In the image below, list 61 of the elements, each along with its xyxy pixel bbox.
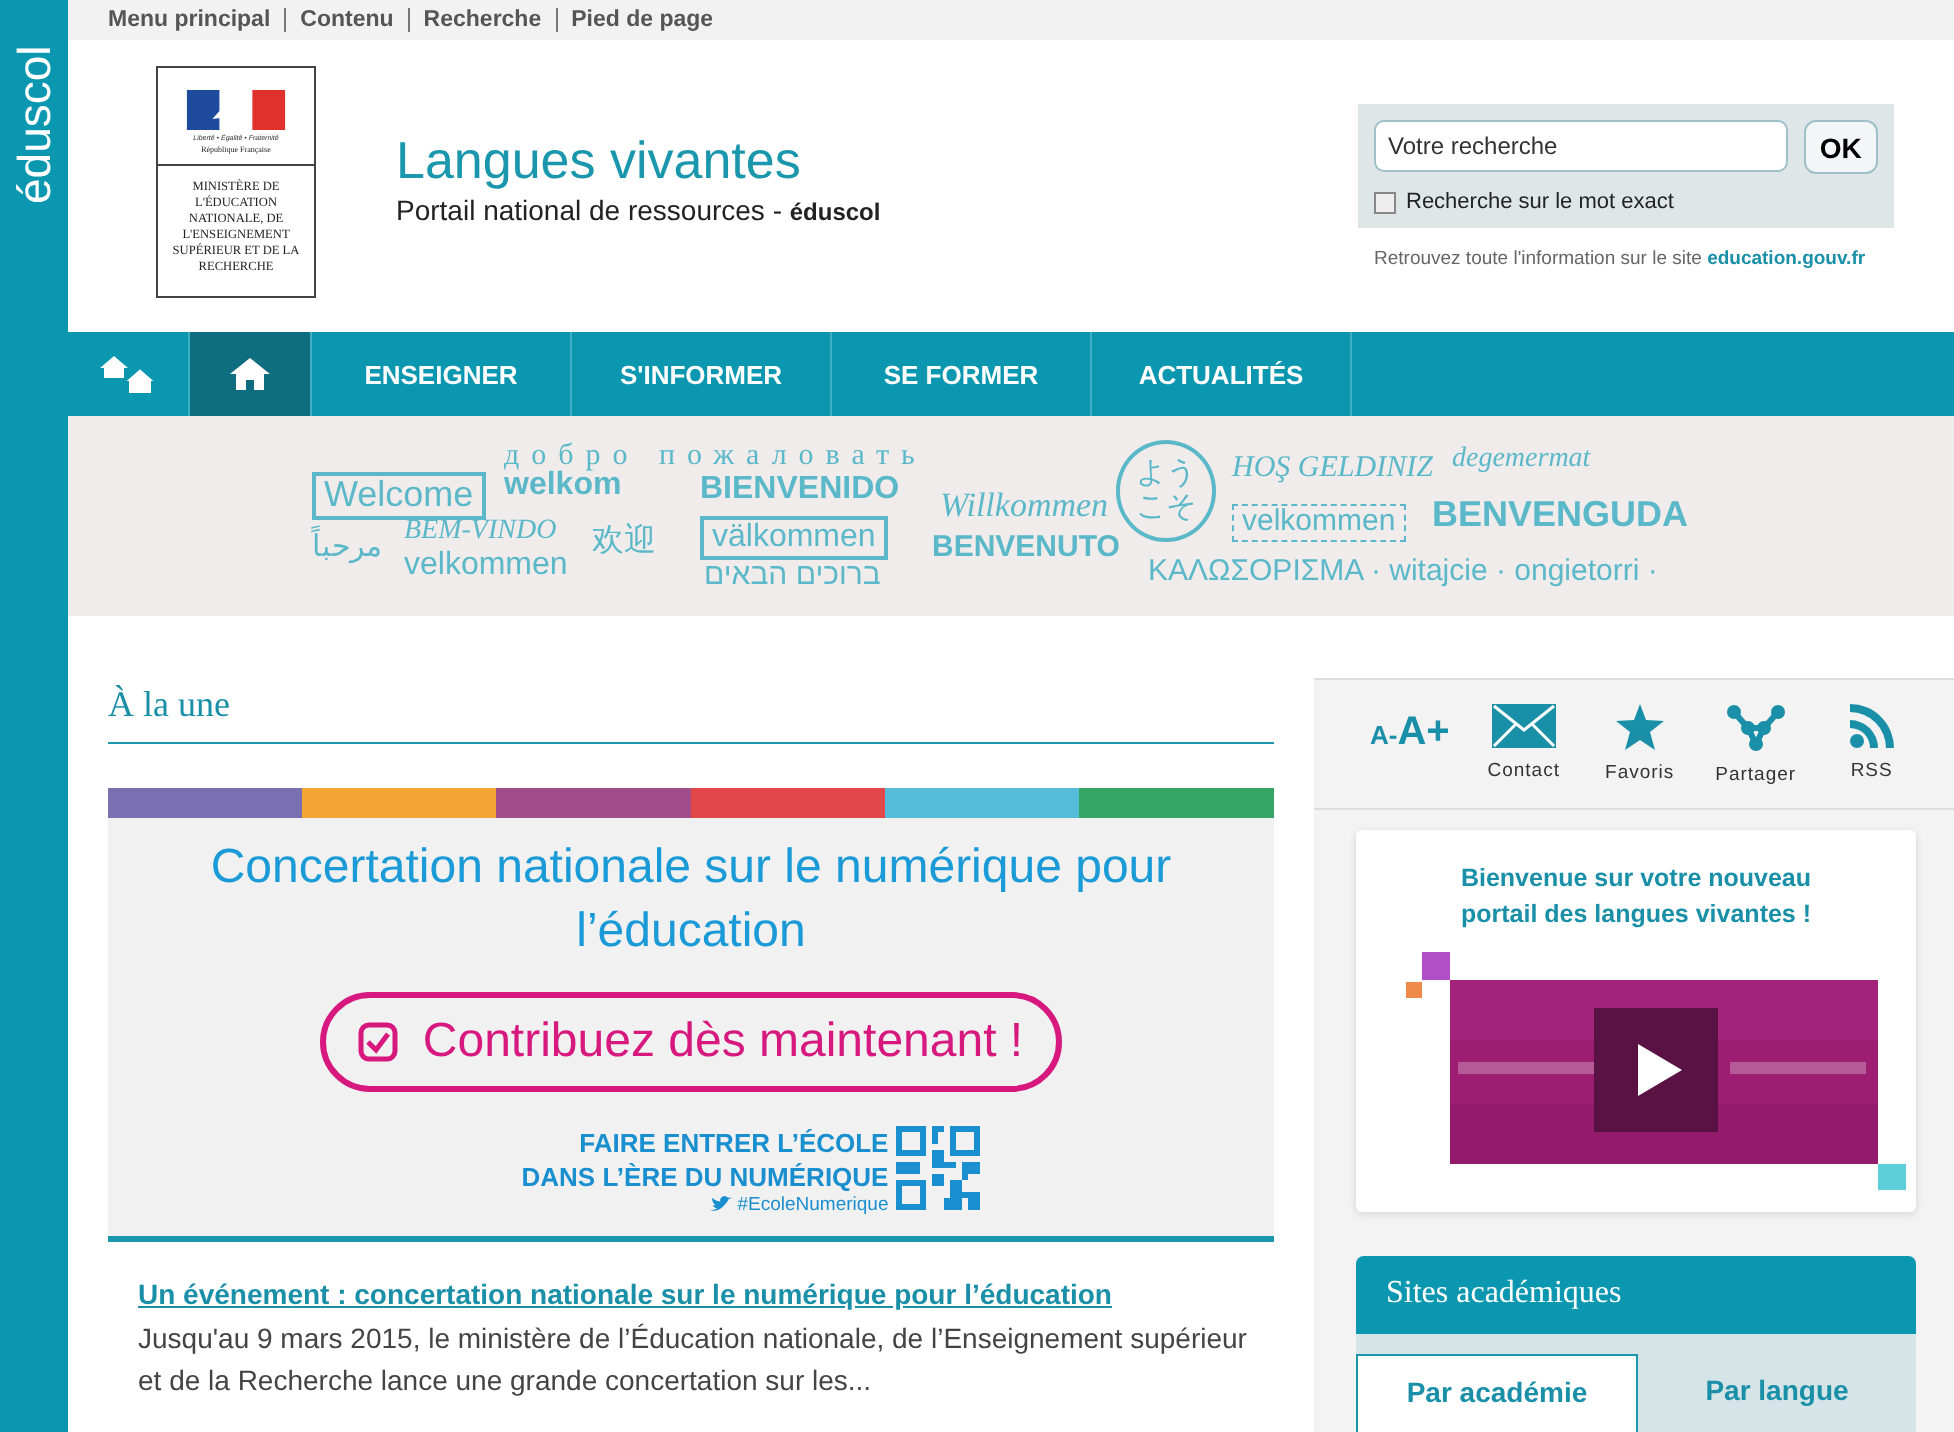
site-subtitle: Portail national de ressources - éduscol xyxy=(396,194,881,226)
star-icon xyxy=(1615,704,1664,750)
houses-icon xyxy=(98,352,158,396)
panel-tab[interactable]: Par académie xyxy=(1356,1354,1638,1432)
welcome-word: HOŞ GELDINIZ xyxy=(1232,452,1433,485)
skip-link[interactable]: Menu principal xyxy=(108,8,271,32)
skip-link[interactable]: Pied de page xyxy=(571,8,714,32)
slogan-text: DANS L’ÈRE DU NUMÉRIQUE xyxy=(521,1160,889,1194)
welcome-word: BEM-VINDO xyxy=(404,516,557,547)
skip-link[interactable]: Contenu xyxy=(300,8,394,32)
panel-tab[interactable]: Par langue xyxy=(1638,1354,1916,1432)
search-field[interactable]: Votre recherche xyxy=(1374,120,1788,172)
section-heading: À la une xyxy=(108,684,1274,744)
tool-button[interactable]: Favoris xyxy=(1597,704,1682,784)
welcome-word: välkommen xyxy=(700,516,888,560)
tool-button[interactable]: RSS xyxy=(1829,704,1914,782)
welcome-word: velkommen xyxy=(404,548,568,584)
feature-banner[interactable]: Concertation nationale sur le numérique pour l’éducation Contribuez dès maintenant ! FAIRE ENTRER L’ÉCOLE DANS L’ÈRE DU NUMÉRIQUE #EcoleNumerique xyxy=(108,788,1274,1242)
hashtag-text: #EcoleNumerique xyxy=(737,1194,889,1216)
welcome-word: degemermat xyxy=(1452,444,1591,475)
tool-button[interactable]: Partager xyxy=(1713,704,1798,786)
font-smaller-button[interactable]: A- xyxy=(1370,720,1398,750)
welcome-word: BENVENGUDA xyxy=(1432,496,1689,536)
welcome-word: добро пожаловать xyxy=(504,440,927,472)
welcome-word: velkommen xyxy=(1232,504,1406,541)
feature-title: Concertation nationale sur le numérique pour l’éducation xyxy=(208,838,1174,962)
welcome-word: Willkommen xyxy=(940,488,1109,526)
marianne-flag-icon xyxy=(182,90,290,130)
share-icon xyxy=(1725,704,1786,752)
welcome-word: ברוכים הבאים xyxy=(704,560,881,593)
play-button-icon[interactable] xyxy=(1594,1007,1718,1132)
card-title: Bienvenue sur votre nouveau portail des langues vivantes ! xyxy=(1458,861,1814,932)
welcome-word: BENVENUTO xyxy=(932,532,1120,565)
font-larger-button[interactable]: A+ xyxy=(1397,710,1450,756)
decor-square-icon xyxy=(1878,1163,1906,1190)
checkbox-icon xyxy=(358,1022,399,1062)
site-logo[interactable]: éduscol xyxy=(0,12,68,204)
qr-code-icon xyxy=(896,1126,981,1210)
welcome-word: Welcome xyxy=(312,472,486,520)
ok-button[interactable]: OK xyxy=(1803,120,1878,174)
panel-title: Sites académiques xyxy=(1356,1256,1916,1334)
tool-button[interactable]: Contact xyxy=(1481,704,1566,782)
site-link[interactable]: education.gouv.fr xyxy=(1707,248,1866,270)
slogan-text: FAIRE ENTRER L’ÉCOLE xyxy=(579,1126,889,1160)
checkbox[interactable] xyxy=(1374,191,1396,213)
welcome-word: ようこそ xyxy=(1116,440,1216,541)
skip-link[interactable]: Recherche xyxy=(423,8,542,32)
site-title: Langues vivantes xyxy=(396,128,803,192)
envelope-icon xyxy=(1491,704,1556,748)
welcome-word: 欢迎 xyxy=(592,524,656,560)
checkbox-label[interactable]: Recherche sur le mot exact xyxy=(1406,190,1674,214)
article-link[interactable]: Un événement : concertation nationale sur le numérique pour l’éducation xyxy=(138,1278,1274,1310)
info-text: Retrouvez toute l'information sur le site education.gouv.fr xyxy=(1372,248,1868,270)
bird-icon xyxy=(709,1196,732,1214)
home-icon xyxy=(228,356,272,392)
welcome-word: BIENVENIDO xyxy=(700,472,900,508)
rss-icon xyxy=(1849,704,1894,748)
contribute-button[interactable]: Contribuez dès maintenant ! xyxy=(320,992,1062,1092)
welcome-word: ΚΑΛΩΣΟΡΙΣΜΑ · witajcie · ongietorri · xyxy=(1148,556,1658,589)
article-summary: Jusqu'au 9 mars 2015, le ministère de l’Éducation nationale, de l’Enseignement supérieur et de la Recherche lance une grande concertation sur les... xyxy=(138,1320,1249,1400)
welcome-word: welkom xyxy=(504,468,622,504)
